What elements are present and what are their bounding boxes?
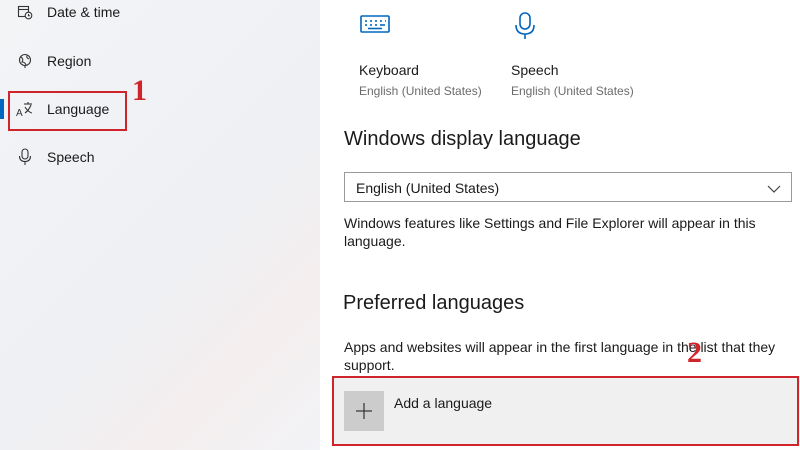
display-language-dropdown[interactable]: English (United States): [344, 172, 792, 202]
sidebar-item-label: Region: [47, 53, 92, 69]
calendar-clock-icon: [16, 3, 34, 21]
microphone-icon: [16, 148, 34, 166]
display-language-description: Windows features like Settings and File …: [344, 215, 756, 249]
sidebar-item-label: Speech: [47, 149, 95, 165]
sidebar-item-date-time[interactable]: Date & time: [0, 0, 320, 32]
keyboard-tile[interactable]: Keyboard English (United States): [359, 12, 499, 102]
speech-tile-subtitle: English (United States): [511, 84, 634, 98]
sidebar-item-label: Date & time: [47, 4, 121, 20]
globe-icon: [16, 52, 34, 70]
annotation-number-2: 2: [687, 336, 702, 369]
keyboard-tile-title: Keyboard: [359, 62, 419, 78]
preferred-languages-heading: Preferred languages: [343, 292, 525, 314]
annotation-box-2: [332, 376, 799, 446]
speech-tile-title: Speech: [511, 62, 559, 78]
selected-indicator: [0, 99, 4, 119]
display-language-heading: Windows display language: [344, 128, 581, 150]
speech-tile[interactable]: Speech English (United States): [511, 12, 651, 102]
annotation-number-1: 1: [132, 74, 147, 107]
chevron-down-icon: [767, 181, 781, 199]
preferred-languages-description: Apps and websites will appear in the fir…: [344, 339, 776, 373]
display-language-value: English (United States): [356, 180, 500, 196]
keyboard-tile-subtitle: English (United States): [359, 84, 482, 98]
keyboard-icon: [359, 12, 391, 38]
sidebar: Date & time Region A Language Speech: [0, 0, 320, 450]
sidebar-item-speech[interactable]: Speech: [0, 137, 320, 177]
annotation-box-1: [8, 91, 127, 131]
microphone-icon: [513, 12, 545, 39]
sidebar-item-region[interactable]: Region: [0, 41, 320, 81]
